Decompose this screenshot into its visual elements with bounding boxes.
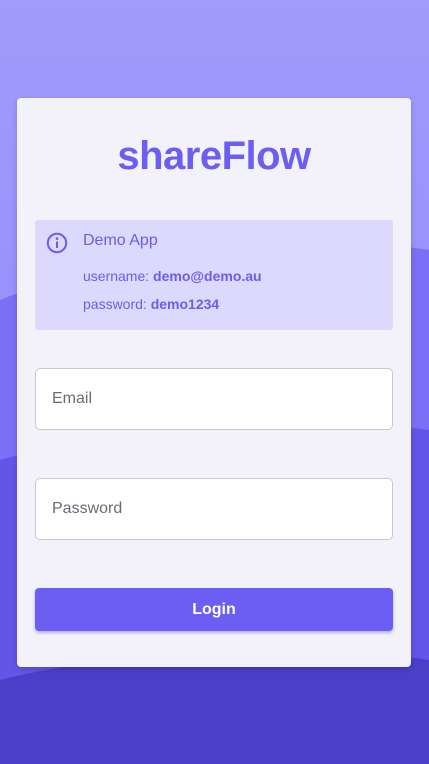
- info-icon: [46, 232, 68, 254]
- password-hint: password: demo1234: [83, 296, 219, 312]
- password-value: demo1234: [150, 296, 220, 312]
- username-hint: username: demo@demo.au: [83, 268, 262, 284]
- login-button[interactable]: Login: [35, 588, 393, 631]
- password-label: password:: [83, 296, 147, 312]
- email-input[interactable]: [35, 368, 393, 430]
- password-input[interactable]: [35, 478, 393, 540]
- demo-credentials-notice: Demo App username: demo@demo.au password…: [35, 220, 393, 330]
- username-value: demo@demo.au: [153, 268, 262, 284]
- notice-title: Demo App: [83, 232, 158, 249]
- username-label: username:: [83, 268, 150, 284]
- login-card: shareFlow Demo App username: demo@demo.a…: [17, 98, 411, 667]
- brand-logo-text: shareFlow: [117, 134, 311, 178]
